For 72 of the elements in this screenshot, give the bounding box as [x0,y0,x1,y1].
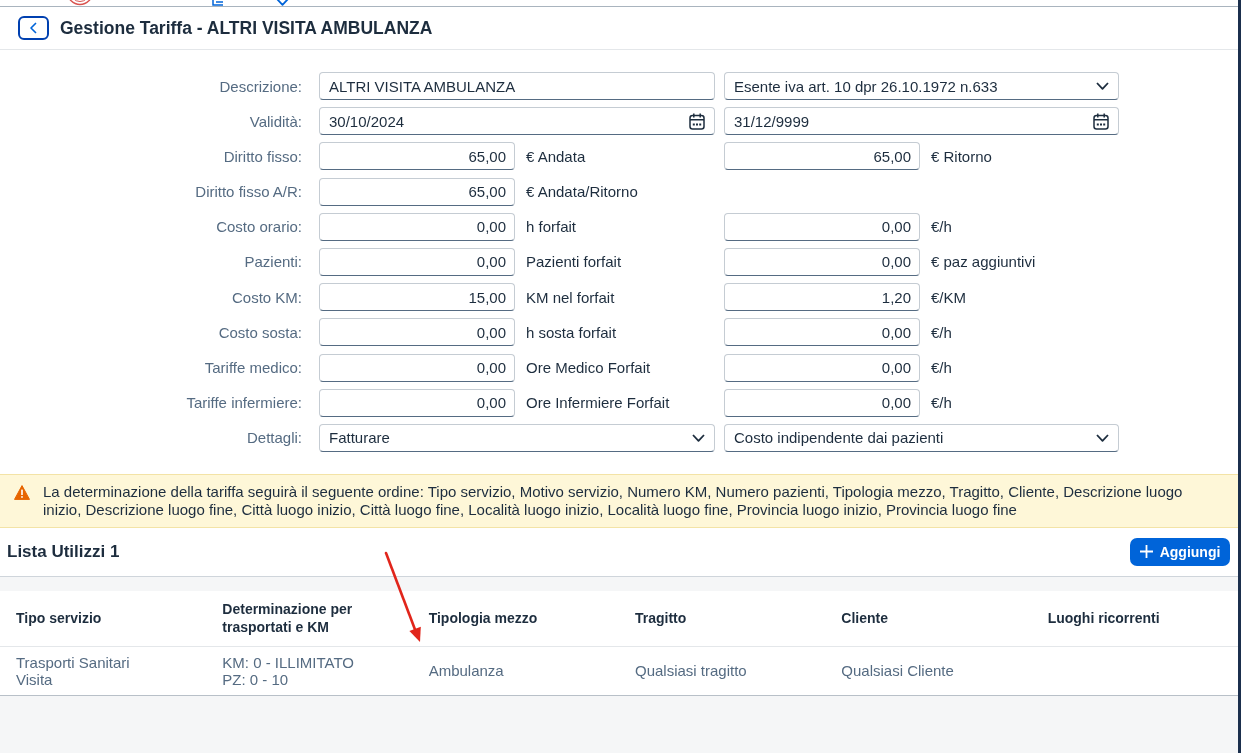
field-label: Dettagli: [246,429,303,447]
chevron-down-icon [692,433,705,442]
table-cell-text: Qualsiasi tragitto [634,662,748,680]
unit-label: € Ritorno [931,147,992,165]
number-field[interactable]: 0,00 [724,353,920,382]
number-field[interactable]: 0,00 [724,247,920,276]
field-label: Tariffe infermiere: [186,394,303,412]
column-header: Tipo servizio [15,609,103,628]
column-header: Luoghi ricorrenti [1046,609,1161,628]
table-cell-text: Trasporti Sanitari Visita [15,653,131,688]
unit-label: € Andata [526,147,586,165]
back-button[interactable] [18,16,49,40]
number-field[interactable]: 15,00 [319,283,515,312]
dropdown-field[interactable]: Costo indipendente dai pazienti [724,423,1119,452]
calendar-icon [1093,112,1109,130]
chevron-down-icon [1096,433,1109,442]
number-field[interactable]: 0,00 [724,212,920,241]
unit-label: €/h [931,323,952,341]
date-field[interactable]: 31/12/9999 [724,107,1119,136]
column-header: Tipologia mezzo [427,609,539,628]
add-button[interactable]: Aggiungi [1130,537,1230,566]
field-label: Descrizione: [219,77,303,95]
field-label: Costo KM: [231,288,303,306]
field-label: Validità: [249,112,303,130]
number-field[interactable]: 0,00 [724,388,920,417]
date-field[interactable]: 30/10/2024 [319,107,715,136]
unit-label: € Andata/Ritorno [526,183,638,201]
unit-label: Ore Medico Forfait [526,359,651,376]
unit-label: €/h [931,359,952,376]
number-field[interactable]: 0,00 [319,247,515,276]
plus-icon [1139,545,1153,559]
dropdown-field[interactable]: Fatturare [319,423,715,452]
unit-label: h forfait [526,218,577,236]
field-label: Costo sosta: [218,323,303,341]
unit-label: €/KM [931,288,966,306]
unit-label: Pazienti forfait [526,253,622,271]
chevron-left-icon [30,22,37,34]
number-field[interactable]: 65,00 [319,142,515,171]
unit-label: €/h [931,218,952,236]
table-cell-text: KM: 0 - ILLIMITATO PZ: 0 - 10 [221,653,356,688]
table-cell-text: Ambulanza [427,662,505,680]
column-header: Determinazione per trasportati e KM [221,600,354,637]
number-field[interactable]: 0,00 [319,212,515,241]
unit-label: KM nel forfait [526,288,615,306]
number-field[interactable]: 0,00 [319,318,515,347]
number-field[interactable]: 0,00 [724,318,920,347]
column-header: Tragitto [634,609,688,628]
calendar-icon [689,112,705,130]
field-label: Costo orario: [216,218,303,236]
warning-message: La determinazione della tariffa seguirà il seguente ordine: Tipo servizio, Motivo servizio, Numero KM, Numero pazienti, Tipologia mezzo, Tragitto, Cliente, Descrizione luogo inizio, Descrizione luogo fine, Città luogo inizio, Città luogo fine, Località luogo inizio, Località luogo fine, Provincia luogo inizio, Provincia luogo fine [43,482,1184,519]
field-label: Tariffe medico: [204,359,303,376]
dropdown-field[interactable]: Esente iva art. 10 dpr 26.10.1972 n.633 [724,72,1119,100]
warning-icon [14,484,30,500]
chevron-down-icon [276,0,289,6]
number-field[interactable]: 0,00 [319,353,515,382]
number-field[interactable]: 0,00 [319,388,515,417]
field-label: Diritto fisso A/R: [195,183,303,201]
table-cell-text: Qualsiasi Cliente [840,662,955,680]
number-field[interactable]: 65,00 [724,142,920,171]
text-field[interactable]: ALTRI VISITA AMBULANZA [319,72,715,100]
page-title: Gestione Tariffa - ALTRI VISITA AMBULANZA [60,17,433,39]
list-title: Lista Utilizzi 1 [7,541,120,562]
field-label: Diritto fisso: [223,147,303,165]
unit-label: Ore Infermiere Forfait [526,394,670,412]
number-field[interactable]: 65,00 [319,177,515,206]
number-field[interactable]: 1,20 [724,283,920,312]
unit-label: h sosta forfait [526,323,617,341]
unit-label: €/h [931,394,952,412]
chevron-down-icon [1096,82,1109,90]
field-label: Pazienti: [244,253,303,271]
unit-label: € paz aggiuntivi [931,253,1036,271]
column-header: Cliente [840,609,889,628]
